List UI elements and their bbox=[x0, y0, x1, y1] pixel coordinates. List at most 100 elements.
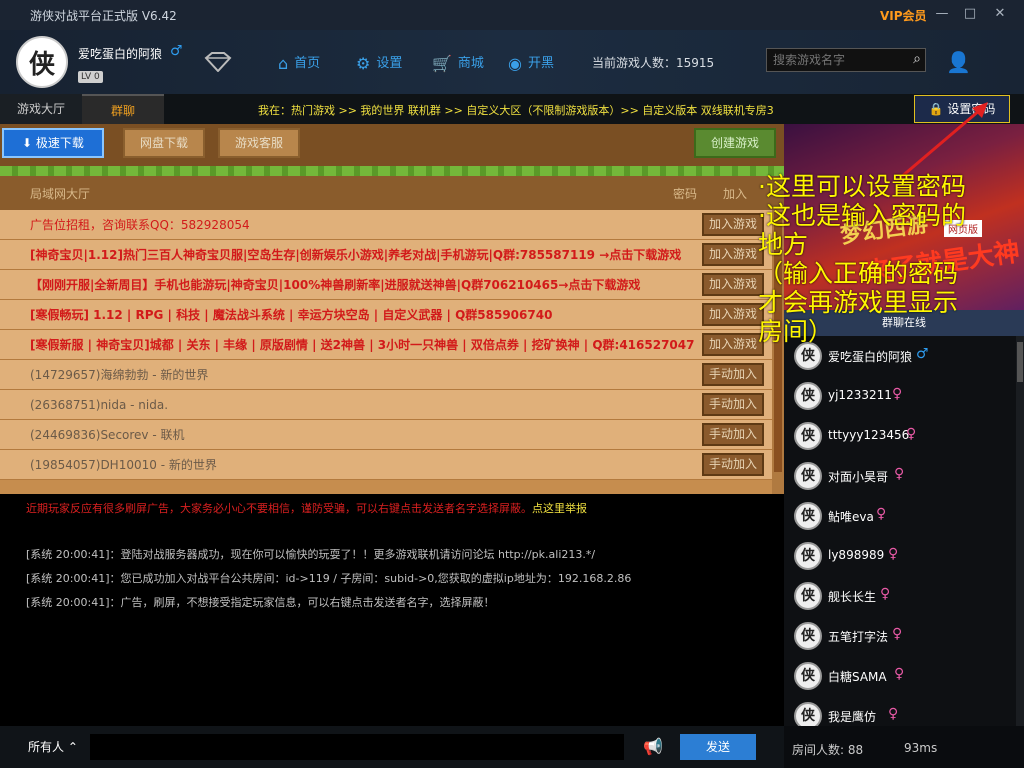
grass-decoration bbox=[0, 166, 784, 176]
create-game-button[interactable]: 创建游戏 bbox=[694, 128, 776, 158]
send-button[interactable]: 发送 bbox=[680, 734, 756, 760]
nav-home[interactable]: ⌂ 首页 bbox=[278, 52, 320, 73]
join-game-button[interactable]: 加入游戏 bbox=[702, 273, 764, 296]
room-list: 广告位招租，咨询联系QQ：582928054 加入游戏 [神奇宝贝|1.12]热门… bbox=[0, 210, 772, 480]
join-game-button[interactable]: 加入游戏 bbox=[702, 303, 764, 326]
search-icon[interactable]: ⌕ bbox=[913, 51, 921, 67]
room-row[interactable]: (26368751)nida - nida. 手动加入 bbox=[0, 390, 772, 420]
scam-notice: 近期玩家反应有很多刷屏广告，大家务必小心不要相信，谨防受骗，可以右键点击发送者名… bbox=[26, 502, 587, 515]
member-item[interactable]: 侠舰长长生 ♀ bbox=[784, 576, 1016, 616]
room-row[interactable]: 【刚刚开服|全新周目】手机也能游玩|神奇宝贝|100%神兽刷新率|进服就送神兽|… bbox=[0, 270, 772, 300]
member-item[interactable]: 侠五笔打字法 ♀ bbox=[784, 616, 1016, 656]
member-item[interactable]: 侠白糖SAMA ♀ bbox=[784, 656, 1016, 696]
vip-link[interactable]: VIP会员 bbox=[880, 7, 927, 24]
gear-icon: ⚙ bbox=[356, 54, 371, 73]
lobby-title: 局域网大厅 bbox=[30, 187, 91, 201]
user-name: 爱吃蛋白的阿狼 bbox=[78, 47, 163, 61]
room-row[interactable]: (19854057)DH10010 - 新的世界 手动加入 bbox=[0, 450, 772, 480]
member-item[interactable]: 侠 yj1233211 ♀ bbox=[784, 376, 1016, 416]
manual-join-button[interactable]: 手动加入 bbox=[702, 453, 764, 476]
manual-join-button[interactable]: 手动加入 bbox=[702, 423, 764, 446]
user-icon[interactable]: 👤 bbox=[946, 50, 971, 74]
member-avatar: 侠 bbox=[794, 702, 822, 726]
room-row[interactable]: [神奇宝贝|1.12]热门三百人神奇宝贝服|空岛生存|创新娱乐小游戏|养老对战|… bbox=[0, 240, 772, 270]
member-item[interactable]: 侠我是鹰仿 ♀ bbox=[784, 696, 1016, 726]
diamond-icon[interactable] bbox=[204, 52, 232, 72]
join-game-button[interactable]: 加入游戏 bbox=[702, 213, 764, 236]
member-avatar: 侠 bbox=[794, 662, 822, 690]
netdisk-download-button[interactable]: 网盘下载 bbox=[123, 128, 205, 158]
chevron-up-icon: ⌃ bbox=[67, 740, 78, 754]
tab-lobby[interactable]: 游戏大厅 bbox=[0, 94, 82, 124]
online-count: 当前游戏人数：15915 bbox=[592, 56, 715, 70]
member-avatar: 侠 bbox=[794, 422, 822, 450]
chat-message-input[interactable] bbox=[90, 734, 624, 760]
header: 侠 爱吃蛋白的阿狼 ♂ LV 0 ⌂ 首页 ⚙ 设置 🛒 商城 ◉ 开黑 当前游戏人数：… bbox=[0, 30, 1024, 94]
nav-shop[interactable]: 🛒 商城 bbox=[432, 52, 484, 73]
female-icon: ♀ bbox=[892, 386, 903, 402]
room-row[interactable]: (24469836)Secorev - 联机 手动加入 bbox=[0, 420, 772, 450]
scroll-thumb[interactable] bbox=[1017, 342, 1023, 382]
home-icon: ⌂ bbox=[278, 54, 289, 73]
lobby-header: 局域网大厅 密码 加入 bbox=[0, 176, 784, 210]
manual-join-button[interactable]: 手动加入 bbox=[702, 363, 764, 386]
level-badge: LV 0 bbox=[78, 71, 103, 83]
maximize-button[interactable]: □ bbox=[962, 6, 978, 22]
breadcrumb: 我在：热门游戏 >> 我的世界 联机群 >> 自定义大区（不限制游戏版本）>> … bbox=[258, 104, 774, 117]
search-box: ⌕ bbox=[766, 48, 926, 72]
tab-group-chat[interactable]: 群聊 bbox=[82, 94, 164, 124]
join-game-button[interactable]: 加入游戏 bbox=[702, 333, 764, 356]
cart-icon: 🛒 bbox=[432, 54, 452, 73]
minimize-button[interactable]: — bbox=[934, 6, 950, 22]
female-icon: ♀ bbox=[888, 546, 899, 562]
room-row[interactable]: [寒假新服 | 神奇宝贝]城都 | 关东 | 丰缘 | 原版剧情 | 送2神兽 … bbox=[0, 330, 772, 360]
fast-download-button[interactable]: ⬇ 极速下载 bbox=[2, 128, 104, 158]
system-message: [系统 20:00:41]：登陆对战服务器成功，现在你可以愉快的玩耍了！！更多游… bbox=[26, 548, 596, 561]
join-game-button[interactable]: 加入游戏 bbox=[702, 243, 764, 266]
speaker-icon[interactable]: 📢 bbox=[643, 737, 663, 756]
annotation-arrow bbox=[899, 102, 988, 180]
member-list-scrollbar[interactable] bbox=[1016, 336, 1024, 726]
ping-value: 93ms bbox=[904, 741, 938, 755]
join-column-header: 加入 bbox=[723, 187, 748, 201]
search-input[interactable] bbox=[767, 49, 897, 71]
member-item[interactable]: 侠 tttyyy123456 ♀ bbox=[784, 416, 1016, 456]
male-icon: ♂ bbox=[170, 43, 183, 59]
nav-open[interactable]: ◉ 开黑 bbox=[508, 52, 554, 73]
female-icon: ♀ bbox=[894, 666, 905, 682]
manual-join-button[interactable]: 手动加入 bbox=[702, 393, 764, 416]
member-avatar: 侠 bbox=[794, 542, 822, 570]
room-row[interactable]: 广告位招租，咨询联系QQ：582928054 加入游戏 bbox=[0, 210, 772, 240]
report-link[interactable]: 点这里举报 bbox=[532, 502, 587, 515]
member-avatar: 侠 bbox=[794, 622, 822, 650]
female-icon: ♀ bbox=[894, 466, 905, 482]
annotation-text: ·这里可以设置密码 ·这也是输入密码的 地方 （输入正确的密码 才会再游戏里显示… bbox=[758, 172, 966, 346]
close-button[interactable]: ✕ bbox=[992, 6, 1008, 22]
room-row[interactable]: (14729657)海绵勃勃 - 新的世界 手动加入 bbox=[0, 360, 772, 390]
member-avatar: 侠 bbox=[794, 582, 822, 610]
game-service-button[interactable]: 游戏客服 bbox=[218, 128, 300, 158]
male-icon: ♂ bbox=[916, 346, 929, 362]
female-icon: ♀ bbox=[906, 426, 917, 442]
member-avatar: 侠 bbox=[794, 462, 822, 490]
member-item[interactable]: 侠鲇唯eva ♀ bbox=[784, 496, 1016, 536]
room-info: 房间人数: 88 93ms bbox=[784, 726, 1024, 768]
female-icon: ♀ bbox=[892, 626, 903, 642]
user-avatar[interactable]: 侠 bbox=[16, 36, 68, 88]
chat-input-bar: 所有人 ⌃ 📢 发送 bbox=[0, 726, 784, 768]
female-icon: ♀ bbox=[876, 506, 887, 522]
room-count: 房间人数: 88 bbox=[792, 743, 864, 757]
system-message: [系统 20:00:41]：您已成功加入对战平台公共房间：id->119 / 子… bbox=[26, 572, 632, 585]
member-item[interactable]: 侠 ly898989 ♀ bbox=[784, 536, 1016, 576]
recipient-select[interactable]: 所有人 ⌃ bbox=[10, 734, 88, 760]
member-avatar: 侠 bbox=[794, 342, 822, 370]
tabs-bar: 游戏大厅 群聊 我在：热门游戏 >> 我的世界 联机群 >> 自定义大区（不限制… bbox=[0, 94, 1024, 124]
member-item[interactable]: 侠对面小昊哥 ♀ bbox=[784, 456, 1016, 496]
female-icon: ♀ bbox=[888, 706, 899, 722]
nav-settings[interactable]: ⚙ 设置 bbox=[356, 52, 402, 73]
lobby-toolbar: ⬇ 极速下载 网盘下载 游戏客服 创建游戏 bbox=[0, 124, 784, 166]
member-avatar: 侠 bbox=[794, 382, 822, 410]
female-icon: ♀ bbox=[880, 586, 891, 602]
room-row[interactable]: [寒假畅玩] 1.12 | RPG | 科技 | 魔法战斗系统 | 幸运方块空岛… bbox=[0, 300, 772, 330]
password-column-header: 密码 bbox=[673, 187, 698, 201]
